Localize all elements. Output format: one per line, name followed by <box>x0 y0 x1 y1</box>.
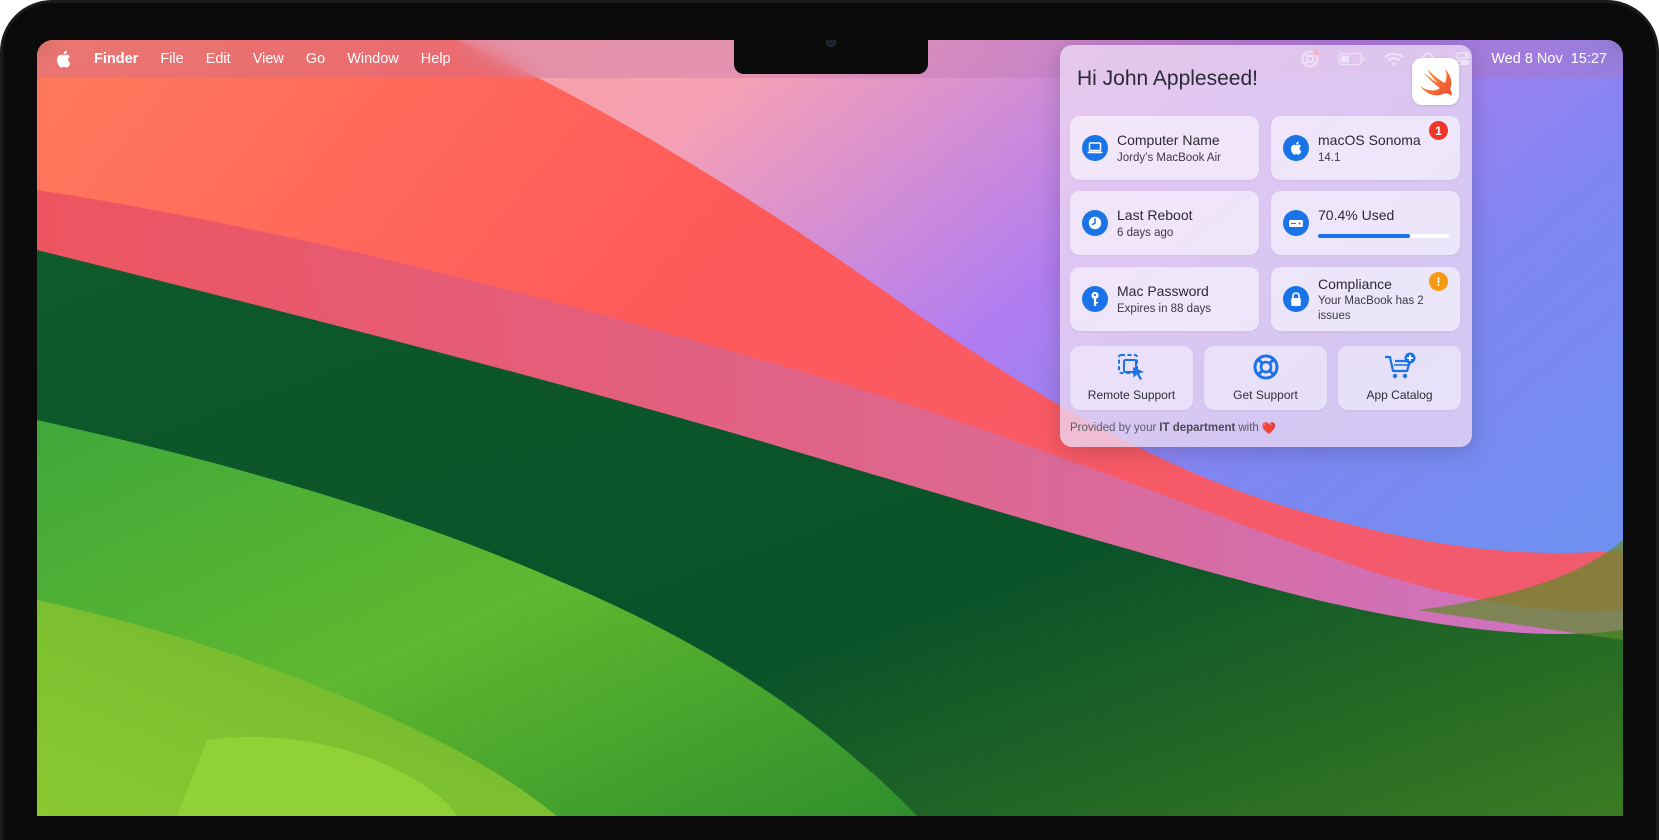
remote-support-button[interactable]: Remote Support <box>1070 346 1193 410</box>
card-title: Computer Name <box>1117 132 1220 148</box>
remote-support-icon <box>1070 352 1193 382</box>
card-subtitle: Jordy’s MacBook Air <box>1117 152 1221 164</box>
storage-drive-icon <box>1283 210 1309 236</box>
menu-edit[interactable]: Edit <box>206 51 231 67</box>
action-label: App Catalog <box>1366 388 1433 402</box>
card-subtitle: 14.1 <box>1318 152 1341 164</box>
footer-department: IT department <box>1159 422 1236 434</box>
menu-finder[interactable]: Finder <box>94 51 138 67</box>
clock-icon <box>1082 210 1108 236</box>
card-subtitle: Your MacBook has 2 issues <box>1318 295 1424 322</box>
greeting-title: Hi John Appleseed! <box>1077 67 1258 90</box>
action-label: Get Support <box>1233 388 1298 402</box>
menu-bar-left: Finder File Edit View Go Window Help <box>56 40 473 78</box>
card-title: 70.4% Used <box>1318 207 1395 223</box>
heart-icon: ❤️ <box>1261 423 1277 435</box>
get-support-button[interactable]: Get Support <box>1204 346 1327 410</box>
lifebuoy-icon <box>1204 352 1327 382</box>
menu-bar-clock[interactable]: Wed 8 Nov 15:27 <box>1491 51 1607 67</box>
apple-icon[interactable] <box>56 50 72 68</box>
card-mac-password[interactable]: Mac Password Expires in 88 days <box>1070 267 1259 331</box>
card-subtitle: Expires in 88 days <box>1117 303 1211 315</box>
card-last-reboot[interactable]: Last Reboot 6 days ago <box>1070 191 1259 255</box>
clock-date: Wed 8 Nov <box>1491 51 1563 67</box>
card-subtitle: 6 days ago <box>1117 227 1174 239</box>
card-storage-usage[interactable]: 70.4% Used <box>1271 191 1460 255</box>
menu-file[interactable]: File <box>160 51 183 67</box>
camera-icon <box>826 40 836 47</box>
footer-prefix: Provided by your <box>1070 422 1157 434</box>
warning-badge: ! <box>1429 272 1448 291</box>
card-title: Compliance <box>1318 276 1392 292</box>
camera-notch <box>734 40 928 74</box>
clock-time: 15:27 <box>1570 51 1607 67</box>
apple-icon <box>1283 135 1309 161</box>
menu-help[interactable]: Help <box>421 51 451 67</box>
menu-view[interactable]: View <box>253 51 284 67</box>
footer-suffix: with <box>1238 422 1259 434</box>
lock-icon <box>1283 286 1309 312</box>
card-macos-version[interactable]: macOS Sonoma 14.1 1 <box>1271 116 1460 180</box>
card-title: Mac Password <box>1117 283 1209 299</box>
support-app-panel: Hi John Appleseed! Computer Name Jordy’s… <box>1060 45 1472 447</box>
update-badge: 1 <box>1429 121 1448 140</box>
app-catalog-button[interactable]: App Catalog <box>1338 346 1461 410</box>
action-label: Remote Support <box>1087 388 1176 402</box>
card-computer-name[interactable]: Computer Name Jordy’s MacBook Air <box>1070 116 1259 180</box>
cart-plus-icon <box>1338 352 1461 382</box>
menu-window[interactable]: Window <box>347 51 399 67</box>
storage-progress-fill <box>1318 234 1411 238</box>
laptop-icon <box>1082 135 1108 161</box>
card-compliance[interactable]: Compliance Your MacBook has 2 issues ! <box>1271 267 1460 331</box>
menu-go[interactable]: Go <box>306 51 325 67</box>
key-icon <box>1082 286 1108 312</box>
card-title: Last Reboot <box>1117 207 1193 223</box>
panel-footer: Provided by your IT department with ❤️ <box>1070 421 1276 435</box>
storage-progress-bar <box>1318 234 1449 238</box>
swift-icon <box>1412 58 1459 105</box>
card-title: macOS Sonoma <box>1318 132 1421 148</box>
